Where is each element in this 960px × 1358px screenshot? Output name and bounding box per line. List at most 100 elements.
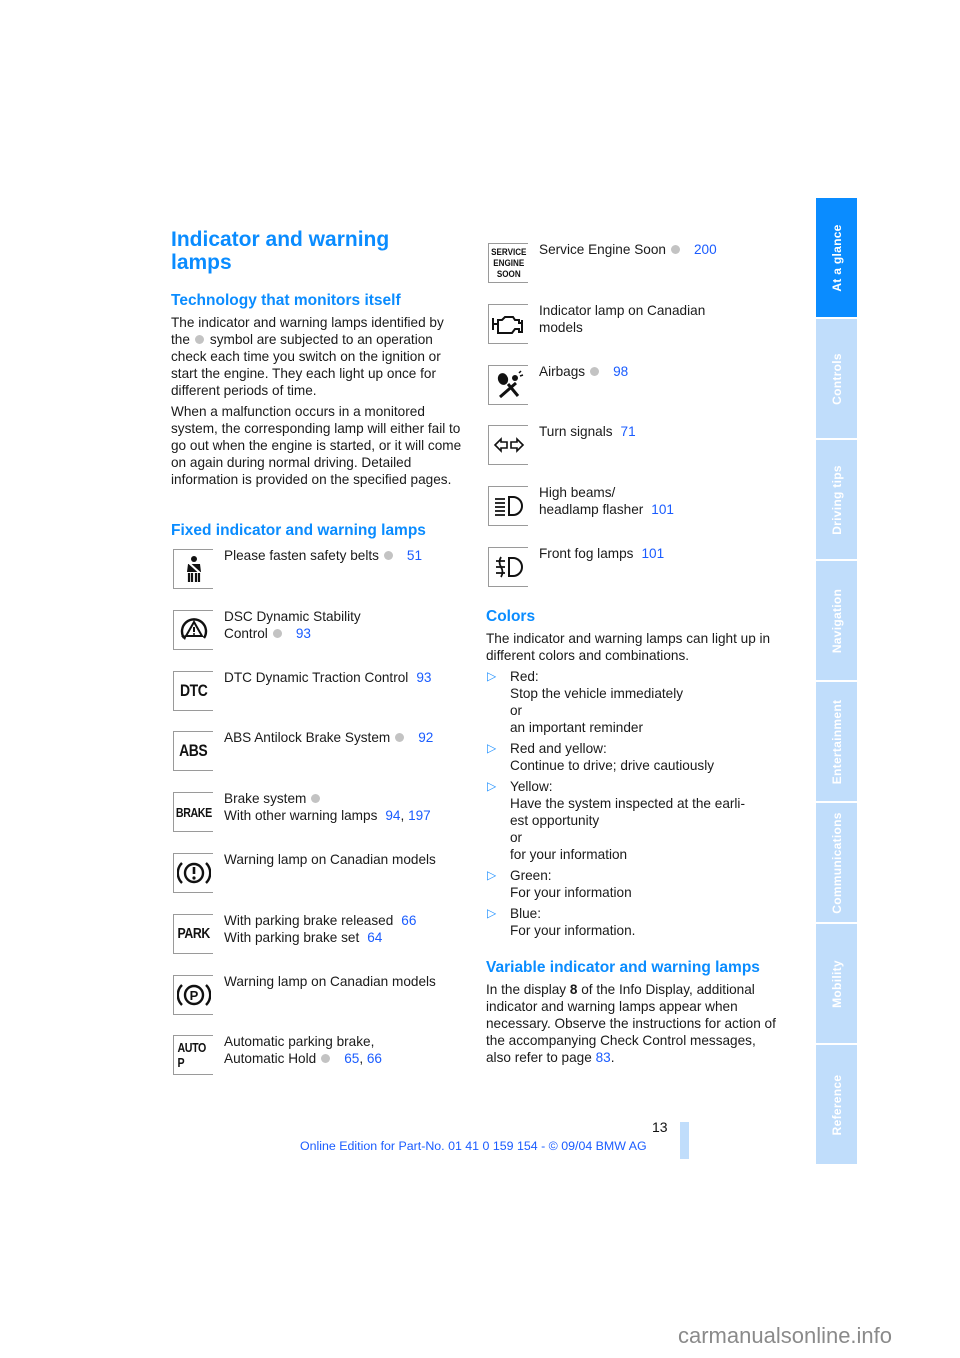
parking-brake-canada-icon-glyph: P <box>176 983 211 1006</box>
page-ref-link[interactable]: 66 <box>401 913 416 928</box>
intro-paragraph-2: When a malfunction occurs in a monitored… <box>171 404 462 487</box>
seatbelt-icon-glyph <box>186 556 201 582</box>
tab-communications[interactable]: Communications <box>816 803 857 922</box>
lamp-label-line2: headlamp flasher <box>539 502 644 518</box>
page-ref-link[interactable]: 98 <box>613 364 628 379</box>
dtc-icon: DTC <box>173 670 213 711</box>
page-ref-link[interactable]: 64 <box>367 930 382 945</box>
page-ref-link[interactable]: 71 <box>621 424 636 439</box>
page-title: Indicator and warning lamps <box>171 228 390 274</box>
bullet-triangle-icon: ▷ <box>487 669 497 683</box>
bullet-triangle-icon: ▷ <box>487 868 497 882</box>
color-meaning: For your information. <box>510 923 636 938</box>
lamp-label: Warning lamp on Canadian models <box>224 852 436 867</box>
icon-label: DTC <box>179 680 208 700</box>
colors-intro: The indicator and warning lamps can ligh… <box>486 631 771 663</box>
lamp-description: Airbags 98 <box>539 363 628 380</box>
icon-label: BRAKE <box>175 804 212 820</box>
lamp-description: DTC Dynamic Traction Control 93 <box>224 669 431 686</box>
dsc-icon <box>173 609 213 650</box>
lamp-label: Service Engine Soon <box>539 242 666 257</box>
lamp-description: Warning lamp on Canadian models <box>224 973 436 990</box>
section-tabs: At a glance Controls Driving tips Navigatio… <box>816 198 857 1166</box>
page-ref-link[interactable]: 92 <box>418 730 433 745</box>
lamp-description: High beams/headlamp flasher 101 <box>539 484 674 518</box>
service-engine-soon-icon: SERVICE ENGINE SOON <box>488 243 528 283</box>
color-list-item: ▷ Green: For your information <box>486 867 786 901</box>
color-name: Yellow: <box>510 779 553 794</box>
status-dot-icon <box>311 794 321 804</box>
lamp-label: High beams/ <box>539 485 616 501</box>
section-heading-variable: Variable indicator and warning lamps <box>486 959 760 976</box>
color-name: Red: <box>510 669 539 684</box>
tab-at-a-glance[interactable]: At a glance <box>816 198 857 317</box>
tab-entertainment[interactable]: Entertainment <box>816 682 857 801</box>
color-meaning: for your information <box>510 847 628 862</box>
page-ref-link[interactable]: 66 <box>367 1051 382 1066</box>
status-dot-icon <box>194 335 204 344</box>
lamp-description: Brake system With other warning lamps 94, … <box>224 790 431 824</box>
tab-reference[interactable]: Reference <box>816 1045 857 1164</box>
tab-navigation[interactable]: Navigation <box>816 561 857 680</box>
lamp-description: Service Engine Soon 200 <box>539 241 717 258</box>
page-ref-link[interactable]: 101 <box>641 546 664 561</box>
engine-icon <box>488 303 528 344</box>
page-ref-link[interactable]: 94 <box>385 808 400 823</box>
page-ref-link[interactable]: 101 <box>651 502 674 517</box>
turn-signals-icon-glyph <box>493 437 524 454</box>
svg-text:P: P <box>189 988 198 1003</box>
section-heading-colors: Colors <box>486 608 536 625</box>
page-ref-link[interactable]: 65 <box>344 1051 359 1066</box>
lamp-label: Front fog lamps <box>539 546 634 561</box>
page-ref-link[interactable]: 200 <box>694 242 717 257</box>
status-dot-icon <box>383 551 393 560</box>
lamp-label: Airbags <box>539 363 586 379</box>
page-ref-link[interactable]: 197 <box>408 808 431 823</box>
lamp-label: Warning lamp on Canadian models <box>224 973 436 989</box>
bullet-triangle-icon: ▷ <box>487 741 497 755</box>
status-dot-icon <box>670 245 680 254</box>
high-beam-icon-glyph <box>494 496 523 517</box>
ref-separator: , <box>359 1051 367 1067</box>
icon-label: ABS <box>179 741 208 761</box>
ref-separator: , <box>400 808 409 824</box>
colors-list: ▷ Red: Stop the vehicle immediately or an im… <box>486 668 786 943</box>
bullet-triangle-icon: ▷ <box>487 906 497 920</box>
lamp-description: With parking brake released 66 With parkin… <box>224 912 416 946</box>
icon-label: PARK <box>177 925 210 943</box>
tab-label: Navigation <box>829 588 844 653</box>
lamp-description: Please fasten safety belts 51 <box>224 547 422 564</box>
footer-edition: Online Edition for Part-No. 01 41 0 159 … <box>300 1139 647 1153</box>
intro-text-after: symbol are subjected to an operation che… <box>171 332 441 398</box>
page-ref-link[interactable]: 93 <box>416 670 431 685</box>
tab-label: Communications <box>829 811 844 914</box>
intro-paragraph-1: The indicator and warning lamps identifi… <box>171 314 466 399</box>
lamp-description: ABS Antilock Brake System 92 <box>224 729 433 746</box>
lamp-label: DTC Dynamic Traction Control <box>224 669 409 685</box>
tab-label: Driving tips <box>829 464 844 535</box>
lamp-label: Turn signals <box>539 424 613 440</box>
icon-label: SERVICE <box>490 246 527 258</box>
color-meaning: Stop the vehicle immediately <box>510 686 684 701</box>
color-list-item: ▷ Blue: For your information. <box>486 905 786 939</box>
page-ref-link[interactable]: 93 <box>296 626 311 641</box>
lamp-label: Automatic parking brake, <box>224 1034 375 1050</box>
status-dot-icon <box>395 733 405 743</box>
color-meaning: an important reminder <box>510 720 643 735</box>
lamp-description: DSC Dynamic Stability Control 93 <box>224 608 361 642</box>
page-ref-link[interactable]: 51 <box>407 548 422 563</box>
tab-driving-tips[interactable]: Driving tips <box>816 440 857 559</box>
display-number: 8 <box>569 982 578 997</box>
park-icon: PARK <box>173 913 213 954</box>
tab-mobility[interactable]: Mobility <box>816 924 857 1043</box>
lamp-description: Front fog lamps 101 <box>539 545 664 562</box>
lamp-label-line2: Control <box>224 625 268 641</box>
tab-controls[interactable]: Controls <box>816 319 857 438</box>
tab-label: Entertainment <box>829 699 844 784</box>
page-number: 13 <box>652 1119 668 1135</box>
variable-paragraph: In the display 8 of the Info Display, ad… <box>486 981 781 1066</box>
tab-label: Mobility <box>829 959 844 1008</box>
color-meaning: or <box>510 703 523 718</box>
tab-label: Controls <box>829 352 844 405</box>
page-ref-link[interactable]: 83 <box>596 1050 611 1065</box>
